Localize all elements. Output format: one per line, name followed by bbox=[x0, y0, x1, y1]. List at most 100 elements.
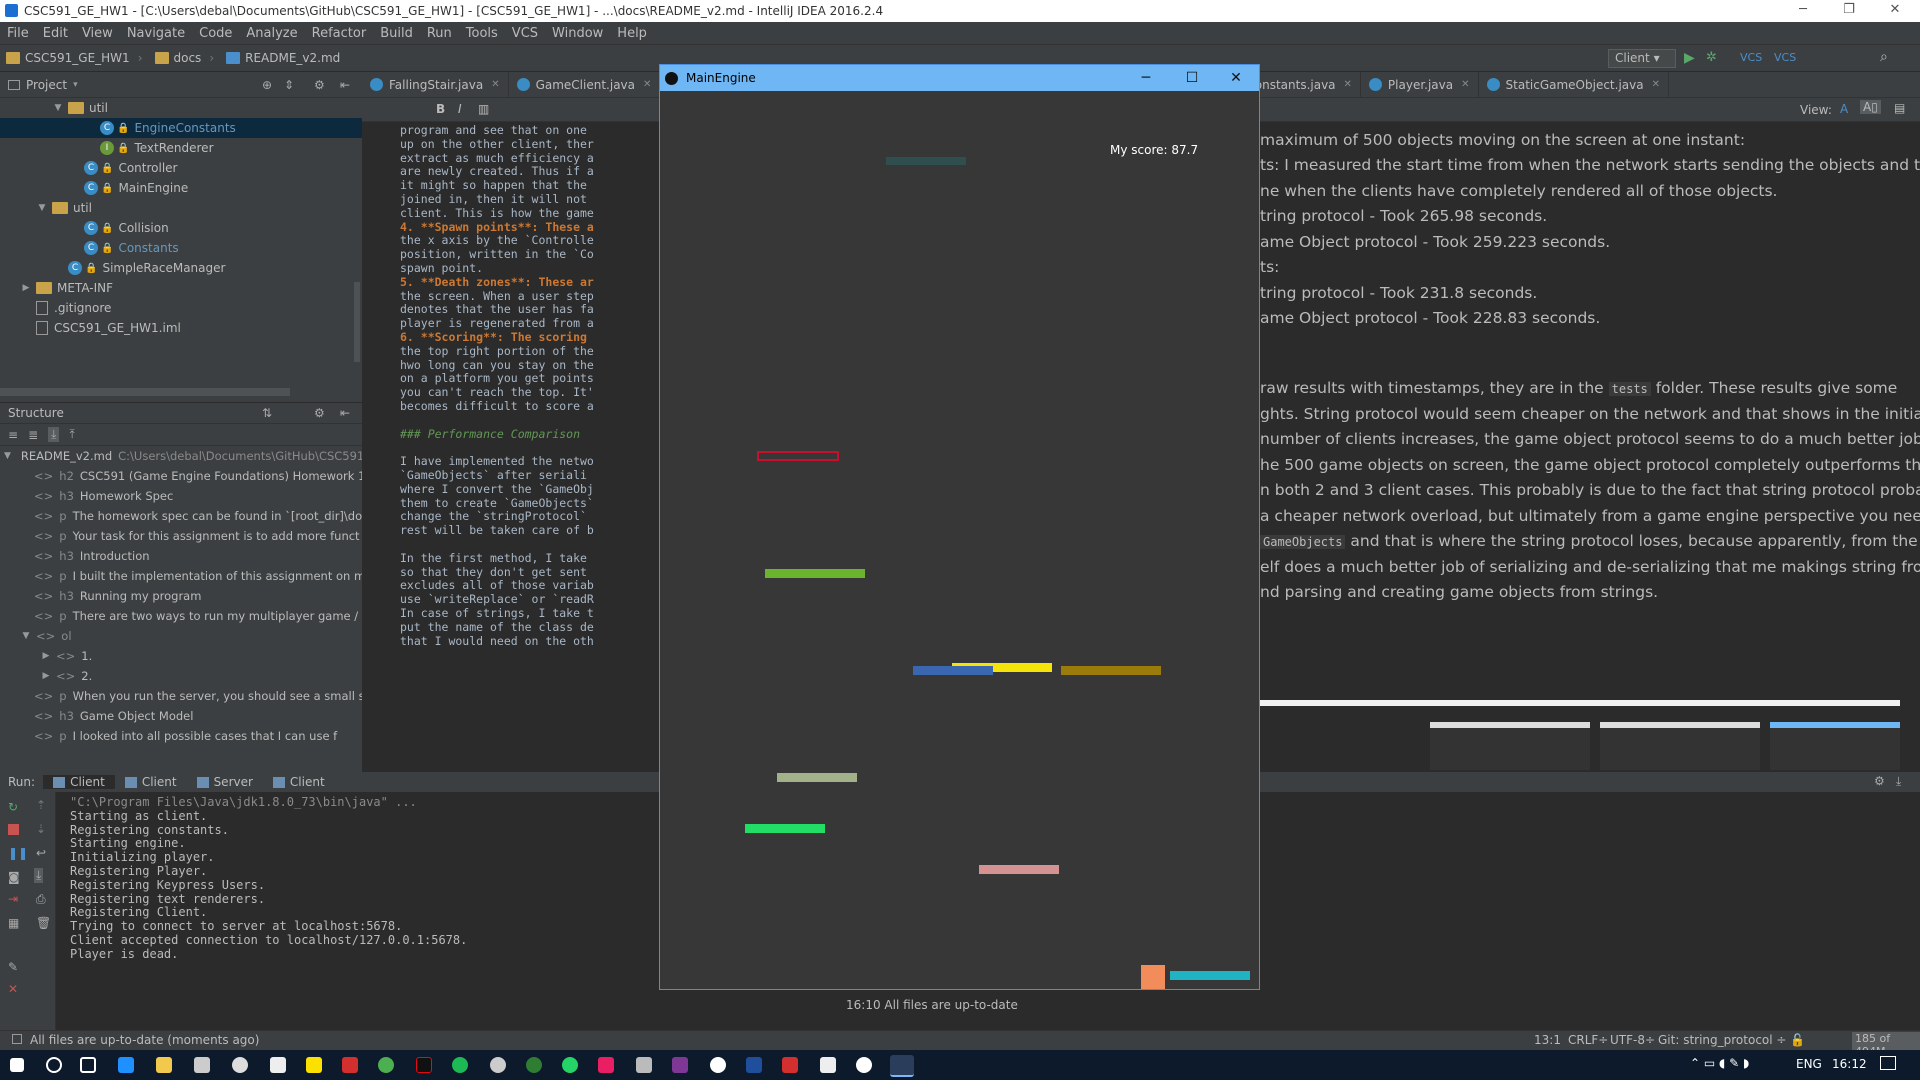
scroll-to-end-icon[interactable]: ⤓ bbox=[34, 868, 44, 883]
run-tab[interactable]: Client bbox=[43, 775, 115, 789]
gear-icon[interactable]: ⚙ bbox=[314, 406, 325, 420]
pin-icon[interactable]: ✎ bbox=[8, 960, 18, 974]
language-indicator[interactable]: ENG bbox=[1796, 1057, 1822, 1071]
search-icon[interactable]: ⌕ bbox=[1880, 49, 1888, 65]
structure-item[interactable]: <> p I looked into all possible cases that… bbox=[0, 726, 362, 746]
collapse-icon[interactable]: ⇕ bbox=[284, 78, 294, 92]
app-icon[interactable] bbox=[598, 1057, 614, 1073]
edge-icon[interactable] bbox=[118, 1057, 134, 1073]
vcs-update-icon[interactable]: VCS bbox=[1740, 51, 1762, 64]
camera-icon[interactable]: ◙ bbox=[8, 870, 20, 884]
structure-item[interactable]: <> p The homework spec can be found in `[r… bbox=[0, 506, 362, 526]
menu-view[interactable]: View bbox=[75, 26, 120, 41]
expand-arrow-icon[interactable]: ▼ bbox=[52, 103, 64, 113]
app-icon[interactable] bbox=[342, 1057, 358, 1073]
run-tab[interactable]: Client bbox=[263, 775, 335, 789]
restore-button[interactable]: ❐ bbox=[1826, 0, 1872, 22]
tray-icons[interactable]: ⌃ ▭ ◖ ✎ ◗ bbox=[1690, 1056, 1749, 1070]
breadcrumb-project[interactable]: CSC591_GE_HW1 › bbox=[0, 51, 149, 65]
powershell-icon[interactable] bbox=[746, 1057, 762, 1073]
project-panel-title[interactable]: Project bbox=[26, 78, 67, 92]
menu-refactor[interactable]: Refactor bbox=[305, 26, 374, 41]
menu-build[interactable]: Build bbox=[373, 26, 420, 41]
search-icon[interactable] bbox=[46, 1057, 62, 1073]
run-icon[interactable]: ▶ bbox=[1684, 50, 1695, 66]
menu-help[interactable]: Help bbox=[610, 26, 654, 41]
app-icon[interactable] bbox=[490, 1057, 506, 1073]
cursor-position[interactable]: 13:1 bbox=[1534, 1033, 1561, 1047]
menu-tools[interactable]: Tools bbox=[459, 26, 505, 41]
project-tree-item[interactable]: ▶ META-INF bbox=[0, 278, 362, 298]
close-tab-icon[interactable]: ✕ bbox=[1344, 79, 1352, 90]
structure-item[interactable]: <> p When you run the server, you should s… bbox=[0, 686, 362, 706]
hide-icon[interactable]: ⇤ bbox=[340, 406, 350, 420]
windows-start-icon[interactable] bbox=[10, 1058, 24, 1072]
gear-icon[interactable]: ⚙ bbox=[1874, 774, 1885, 788]
pause-icon[interactable]: ❚❚ bbox=[8, 846, 28, 860]
close-tab-icon[interactable]: ✕ bbox=[491, 79, 499, 90]
italic-button[interactable]: I bbox=[458, 102, 462, 116]
menu-file[interactable]: File bbox=[0, 26, 36, 41]
view-editor-icon[interactable]: A bbox=[1840, 102, 1848, 116]
breadcrumb-file[interactable]: README_v2.md bbox=[220, 51, 346, 65]
game-minimize-button[interactable]: ─ bbox=[1123, 65, 1169, 91]
structure-item[interactable]: <> h3 Running my program bbox=[0, 586, 362, 606]
print-icon[interactable]: ⎙ bbox=[36, 892, 46, 907]
project-tree-item[interactable]: C 🔒 SimpleRaceManager bbox=[0, 258, 362, 278]
project-tree-item[interactable]: C 🔒 MainEngine bbox=[0, 178, 362, 198]
project-tree-item[interactable]: ▼ util bbox=[0, 98, 362, 118]
menu-code[interactable]: Code bbox=[192, 26, 239, 41]
soft-wrap-icon[interactable]: ↩ bbox=[36, 846, 46, 860]
breadcrumb-docs[interactable]: docs › bbox=[149, 51, 221, 65]
structure-item[interactable]: ▶ <> 1. bbox=[0, 646, 362, 666]
netflix-icon[interactable] bbox=[416, 1057, 432, 1073]
onenote-icon[interactable] bbox=[672, 1057, 688, 1073]
sort-alpha-icon[interactable]: ≣ bbox=[28, 428, 38, 442]
editor-tab[interactable]: StaticGameObject.java ✕ bbox=[1479, 72, 1669, 97]
expand-icon[interactable]: ⇅ bbox=[262, 406, 272, 420]
java-app-icon[interactable] bbox=[890, 1055, 914, 1077]
project-tree-item[interactable]: .gitignore bbox=[0, 298, 362, 318]
structure-item[interactable]: <> h3 Homework Spec bbox=[0, 486, 362, 506]
menu-edit[interactable]: Edit bbox=[36, 26, 75, 41]
sort-icon[interactable]: ≡ bbox=[8, 428, 18, 442]
structure-item[interactable]: <> h3 Game Object Model bbox=[0, 706, 362, 726]
file-explorer-icon[interactable] bbox=[156, 1057, 172, 1073]
debug-icon[interactable]: ✲ bbox=[1706, 50, 1717, 65]
expand-arrow-icon[interactable]: ▼ bbox=[20, 631, 32, 641]
spotify-icon[interactable] bbox=[452, 1057, 468, 1073]
editor-tab[interactable]: GameClient.java ✕ bbox=[509, 72, 661, 97]
structure-item[interactable]: <> h2 CSC591 (Game Engine Foundations) Hom… bbox=[0, 466, 362, 486]
up-arrow-icon[interactable]: ⇡ bbox=[36, 798, 46, 812]
structure-item[interactable]: <> p I built the implementation of this as… bbox=[0, 566, 362, 586]
exit-icon[interactable]: ⇥ bbox=[8, 892, 18, 906]
view-split-icon[interactable]: A▯ bbox=[1860, 100, 1881, 114]
app-icon[interactable] bbox=[636, 1057, 652, 1073]
expand-arrow-icon[interactable]: ▶ bbox=[20, 283, 32, 293]
trash-icon[interactable]: 🗑 bbox=[36, 916, 51, 930]
menu-analyze[interactable]: Analyze bbox=[239, 26, 304, 41]
menu-navigate[interactable]: Navigate bbox=[120, 26, 192, 41]
lock-icon[interactable]: 🔓 bbox=[1790, 1033, 1805, 1047]
close-tab-icon[interactable]: ✕ bbox=[1652, 79, 1660, 90]
whatsapp-icon[interactable] bbox=[562, 1057, 578, 1073]
scrollbar[interactable] bbox=[354, 282, 360, 362]
expand-arrow-icon[interactable]: ▶ bbox=[40, 671, 52, 681]
structure-root[interactable]: ▼ README_v2.md C:\Users\debal\Documents\… bbox=[0, 446, 362, 466]
line-separator[interactable]: CRLF÷ bbox=[1568, 1033, 1608, 1047]
app-icon[interactable] bbox=[856, 1057, 872, 1073]
sticky-notes-icon[interactable] bbox=[306, 1057, 322, 1073]
view-preview-icon[interactable]: ▤ bbox=[1894, 101, 1905, 115]
acrobat-icon[interactable] bbox=[782, 1057, 798, 1073]
project-tree-item[interactable]: ▼ util bbox=[0, 198, 362, 218]
horizontal-scrollbar[interactable] bbox=[0, 388, 290, 396]
menu-window[interactable]: Window bbox=[545, 26, 610, 41]
git-branch[interactable]: Git: string_protocol ÷ bbox=[1658, 1033, 1786, 1047]
sync-icon[interactable]: ⊕ bbox=[262, 78, 272, 92]
hide-icon[interactable]: ⤓ bbox=[1896, 774, 1901, 789]
structure-item[interactable]: <> p There are two ways to run my multipla… bbox=[0, 606, 362, 626]
file-encoding[interactable]: UTF-8÷ bbox=[1610, 1033, 1655, 1047]
vcs-commit-icon[interactable]: VCS bbox=[1774, 51, 1796, 64]
markdown-editor[interactable]: program and see that on one up on the oth… bbox=[362, 122, 660, 772]
project-tree-item[interactable]: C 🔒 Controller bbox=[0, 158, 362, 178]
